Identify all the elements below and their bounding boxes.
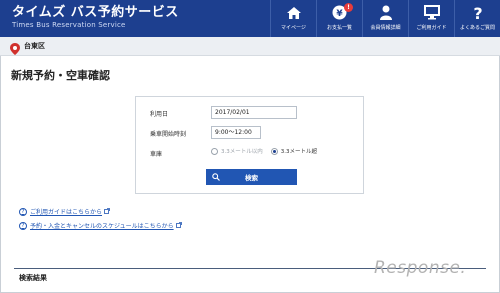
notification-badge: ! (344, 3, 353, 12)
brand[interactable]: タイムズ バス予約サービス Times Bus Reservation Serv… (12, 5, 179, 30)
time-label: 乗車開始時刻 (150, 131, 187, 138)
radio-label: 3.3メートル以内 (221, 149, 263, 155)
svg-text:?: ? (473, 5, 482, 21)
yen-icon: ¥ (317, 4, 362, 21)
location-pin-icon (10, 40, 20, 59)
watermark-logo: Response. (374, 258, 467, 278)
nav-payments[interactable]: ¥ ! お支払一覧 (316, 0, 362, 37)
nav-label: お支払一覧 (326, 25, 352, 31)
radio-option-within[interactable]: 3.3メートル以内 (211, 147, 263, 155)
vehicle-label: 車庫 (150, 151, 163, 158)
radio-button-selected[interactable] (270, 147, 278, 155)
app-title: タイムズ バス予約サービス (12, 5, 179, 20)
schedule-link[interactable]: ? 予約・入金とキャンセルのスケジュールはこちらから (19, 221, 182, 230)
nav-guide[interactable]: ご利用ガイド (408, 0, 454, 37)
area-label[interactable]: 台東区 (24, 41, 45, 51)
home-icon (271, 4, 316, 21)
search-button-label: 検索 (245, 174, 258, 182)
nav-mypage[interactable]: マイページ (270, 0, 316, 37)
date-label: 利用日 (150, 111, 169, 118)
guide-link-label[interactable]: ご利用ガイドはこちらから (30, 207, 102, 216)
search-button[interactable]: 検索 (206, 169, 297, 185)
nav-label: よくあるご質問 (459, 25, 495, 31)
question-icon: ? (455, 4, 500, 21)
nav-label: マイページ (281, 25, 306, 31)
vehicle-radio-group: 3.3メートル以内 3.3メートル超 (211, 147, 325, 155)
search-form-card: 利用日 2017/02/01 乗車開始時刻 9:00〜12:00 車庫 3.3メ… (135, 96, 364, 194)
nav-faq[interactable]: ? よくあるご質問 (454, 0, 500, 37)
header: タイムズ バス予約サービス Times Bus Reservation Serv… (0, 0, 500, 37)
nav-label: ご利用ガイド (416, 25, 447, 31)
nav-member-info[interactable]: 会員情報詳細 (362, 0, 408, 37)
external-link-icon (175, 221, 182, 230)
date-field[interactable]: 2017/02/01 (211, 106, 297, 119)
time-field[interactable]: 9:00〜12:00 (211, 126, 261, 139)
schedule-link-label[interactable]: 予約・入金とキャンセルのスケジュールはこちらから (30, 221, 174, 230)
search-icon (212, 173, 220, 181)
radio-button[interactable] (211, 147, 218, 155)
radio-option-over[interactable]: 3.3メートル超 (270, 147, 317, 155)
svg-text:¥: ¥ (336, 9, 343, 19)
results-heading: 検索結果 (19, 274, 47, 282)
external-link-icon (104, 207, 110, 216)
page-title: 新規予約・空車確認 (11, 69, 110, 82)
header-nav: マイページ ¥ ! お支払一覧 会員情報詳細 ご利用ガイド ? よくあるご質問 (270, 0, 500, 37)
radio-label: 3.3メートル超 (280, 149, 317, 155)
guide-link[interactable]: ? ご利用ガイドはこちらから (19, 207, 110, 216)
area-bar: 台東区 (0, 37, 500, 56)
help-question-icon: ? (19, 221, 27, 230)
app-subtitle: Times Bus Reservation Service (12, 21, 126, 29)
nav-label: 会員情報詳細 (370, 25, 401, 31)
help-question-icon: ? (19, 207, 27, 216)
monitor-icon (409, 4, 454, 21)
person-icon (363, 4, 408, 21)
